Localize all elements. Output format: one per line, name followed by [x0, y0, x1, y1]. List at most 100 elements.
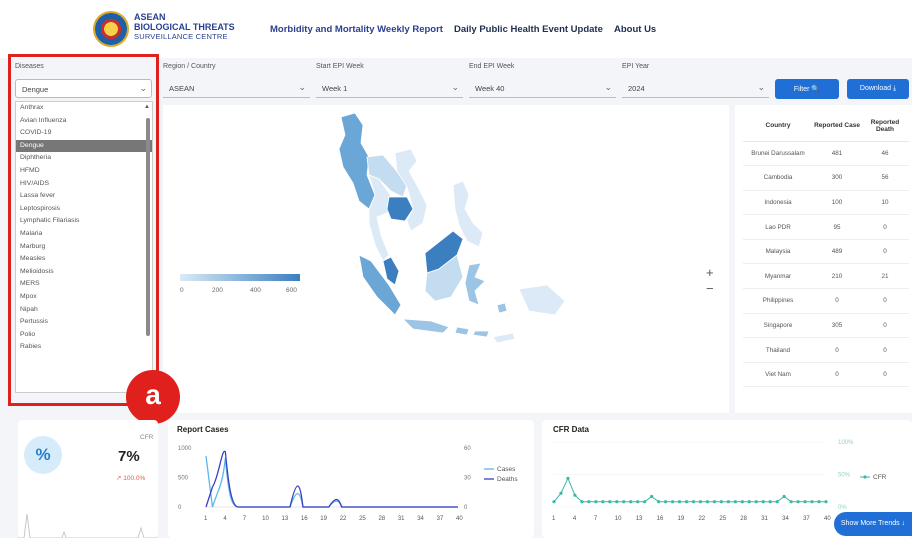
map-papua [518, 284, 566, 316]
brand-line2: BIOLOGICAL THREATS [134, 22, 235, 32]
cell-reported-death: 0 [861, 288, 909, 314]
cases-series-line [205, 455, 458, 508]
table-row[interactable]: Brunei Darussalam 481 46 [743, 141, 909, 167]
filter-button[interactable]: Filter 🔍 [775, 79, 839, 99]
brand[interactable]: ASEAN BIOLOGICAL THREATS SURVEILLANCE CE… [134, 12, 235, 42]
cell-reported-death: 21 [861, 263, 909, 290]
cfr-point [782, 494, 786, 499]
cfr-point [733, 500, 737, 504]
cfr-point [719, 500, 723, 504]
x-tick: 1 [204, 516, 208, 522]
legend-cfr-label: CFR [873, 474, 887, 481]
x-tick: 31 [761, 516, 768, 522]
table-row[interactable]: Indonesia 100 10 [743, 190, 909, 216]
header-country: Country [743, 111, 813, 142]
map-legend-bar [180, 274, 300, 281]
deaths-series-line [205, 450, 458, 508]
cfr-point [803, 500, 807, 504]
x-tick: 19 [320, 516, 327, 522]
region-select[interactable]: ASEAN ⌄ [163, 79, 310, 98]
cfr-point [587, 500, 591, 504]
cell-reported-death: 0 [861, 362, 909, 388]
nav-mmwr[interactable]: Morbidity and Mortality Weekly Report [270, 24, 443, 35]
report-cases-chart[interactable]: 1000 500 0 60 30 0 1 4 7 10 13 16 19 22 25 28 31 34 37 40 Ca… [168, 420, 534, 538]
cfr-value: 7% [118, 448, 140, 465]
asean-map[interactable] [163, 105, 729, 413]
start-week-select[interactable]: Week 1 ⌄ [316, 79, 463, 98]
download-button[interactable]: Download ⤓ [847, 79, 909, 99]
cfr-point [663, 500, 668, 504]
cell-country: Lao PDR [743, 214, 813, 240]
x-tick: 4 [573, 516, 577, 522]
cfr-sparkline [18, 513, 158, 538]
cell-reported-death: 56 [861, 165, 909, 191]
table-row[interactable]: Viet Nam 0 0 [743, 362, 909, 388]
cell-country: Viet Nam [743, 362, 813, 388]
zoom-out-button[interactable]: − [706, 281, 714, 296]
x-tick: 31 [398, 516, 405, 522]
cell-reported-case: 210 [813, 263, 861, 290]
cell-reported-death: 46 [861, 141, 909, 167]
asean-logo-icon[interactable] [93, 11, 129, 47]
start-week-label: Start EPI Week [316, 63, 364, 70]
end-week-value: Week 40 [475, 84, 505, 93]
cfr-point [705, 500, 710, 504]
table-row[interactable]: Malaysia 489 0 [743, 239, 909, 265]
table-row[interactable]: Cambodia 300 56 [743, 165, 909, 191]
zoom-in-button[interactable]: + [706, 265, 714, 280]
cell-reported-death: 0 [861, 337, 909, 363]
cfr-point [594, 500, 598, 504]
cfr-point [615, 500, 619, 504]
cell-reported-death: 0 [861, 239, 909, 265]
region-label: Region / Country [163, 63, 216, 70]
table-row[interactable]: Lao PDR 95 0 [743, 214, 909, 240]
cfr-change: ↗ 100.0% [116, 475, 146, 482]
y-right-tick: 60 [464, 446, 471, 452]
map-islands [454, 302, 508, 338]
cfr-point [608, 500, 612, 504]
nav-daily-update[interactable]: Daily Public Health Event Update [454, 24, 603, 35]
x-tick: 37 [437, 516, 444, 522]
chevron-down-icon: ⌄ [604, 82, 612, 92]
y-right-tick: 30 [464, 476, 471, 482]
cfr-point [747, 500, 751, 504]
page: ASEAN BIOLOGICAL THREATS SURVEILLANCE CE… [0, 0, 912, 538]
end-week-select[interactable]: Week 40 ⌄ [469, 79, 616, 98]
cfr-point [775, 500, 779, 504]
cfr-point [566, 476, 570, 480]
map-sulawesi [464, 262, 486, 306]
year-select[interactable]: 2024 ⌄ [622, 79, 769, 98]
cell-reported-case: 100 [813, 190, 861, 216]
cfr-point [712, 500, 717, 504]
cfr-point [643, 500, 647, 504]
x-tick: 7 [594, 516, 598, 522]
cfr-point [817, 500, 821, 504]
cfr-point [691, 500, 696, 504]
chevron-down-icon: ⌄ [757, 82, 765, 92]
chevron-down-icon: ⌄ [298, 82, 306, 92]
legend-tick: 600 [286, 287, 297, 294]
x-tick: 16 [657, 516, 664, 522]
cfr-point [684, 500, 689, 504]
cell-country: Singapore [743, 313, 813, 339]
cfr-point [552, 500, 556, 504]
show-more-trends-button[interactable]: Show More Trends ↓ [834, 512, 912, 536]
cfr-point [796, 500, 800, 504]
x-tick: 25 [359, 516, 366, 522]
cfr-point [629, 500, 633, 504]
nav-about[interactable]: About Us [614, 24, 656, 35]
cell-country: Thailand [743, 337, 813, 363]
cfr-point [580, 500, 584, 504]
legend-cases-label: Cases [497, 466, 516, 473]
x-tick: 22 [698, 516, 705, 522]
table-row[interactable]: Thailand 0 0 [743, 337, 909, 363]
cfr-point [670, 500, 675, 504]
percent-icon: % [24, 436, 62, 474]
table-row[interactable]: Myanmar 210 21 [743, 263, 909, 290]
end-week-label: End EPI Week [469, 63, 515, 70]
table-row[interactable]: Philippines 0 0 [743, 288, 909, 314]
cell-reported-case: 481 [813, 141, 861, 167]
table-row[interactable]: Singapore 305 0 [743, 313, 909, 339]
x-tick: 10 [262, 516, 269, 522]
cell-reported-case: 300 [813, 165, 861, 191]
